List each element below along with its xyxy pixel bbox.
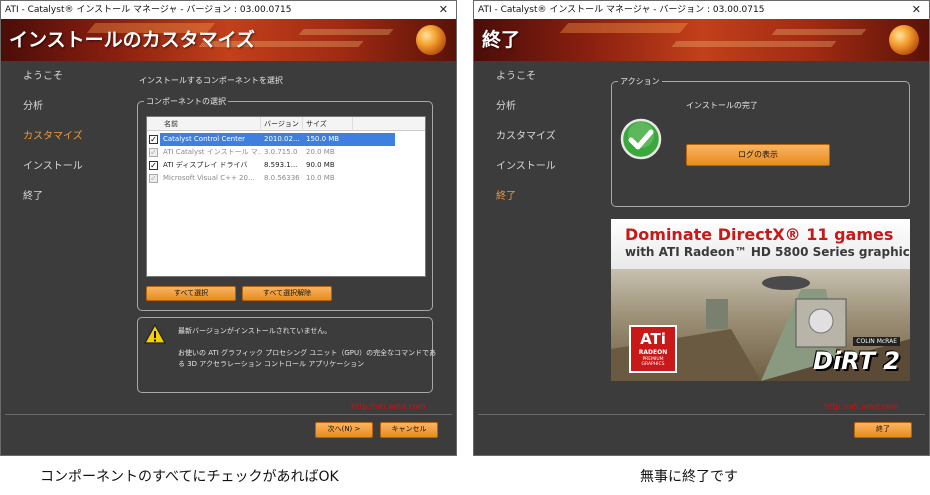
step-welcome: ようこそ [23,71,63,82]
checkbox-checked-disabled: ✓ [149,148,158,157]
game-title: DiRT 2 [813,347,900,375]
column-name[interactable]: 名前 [161,117,261,131]
installer-window-finish: ATI - Catalyst® インストール マネージャ - バージョン : 0… [473,0,930,456]
component-name: ATI Catalyst インストール マ... [163,148,261,156]
game-brand: COLIN McRAE [853,337,900,346]
column-version[interactable]: バージョン [261,117,303,131]
divider [478,414,925,415]
component-size: 20.0 MB [306,148,335,156]
banner: インストールのカスタマイズ [1,19,456,61]
component-group: コンポーネントの選択 名前 バージョン サイズ ✓ Catalyst Contr… [137,96,433,311]
banner: 終了 [474,19,929,61]
checkbox-checked[interactable]: ✓ [149,161,158,170]
list-item[interactable]: ✓ Catalyst Control Center 2010.02... 150… [147,133,395,146]
group-label: コンポーネントの選択 [144,96,228,107]
component-version: 3.0.715.0 [264,148,298,156]
step-list: ようこそ 分析 カスタマイズ インストール 終了 [23,71,83,221]
title-bar: ATI - Catalyst® インストール マネージャ - バージョン : 0… [474,1,929,19]
list-item[interactable]: ✓ Microsoft Visual C++ 20... 8.0.56336 1… [147,172,395,185]
installer-window-customize: ATI - Catalyst® インストール マネージャ - バージョン : 0… [0,0,457,456]
component-list[interactable]: 名前 バージョン サイズ ✓ Catalyst Control Center 2… [146,116,426,277]
action-group: アクション インストールの完了 ログの表示 [611,76,910,207]
component-version: 8.0.56336 [264,174,300,182]
step-install: インストール [23,161,83,172]
cancel-button[interactable]: キャンセル [380,422,438,438]
banner-streak [671,41,837,47]
ati-radeon-logo: ATi RADEON PREMIUM GRAPHICS [629,325,677,373]
component-size: 90.0 MB [306,161,335,169]
banner-title: インストールのカスタマイズ [9,29,256,51]
ati-orb-icon [416,25,446,55]
deselect-all-button[interactable]: すべて選択解除 [242,286,332,301]
ati-link[interactable]: http://ati.amd.com [351,402,426,411]
step-finish: 終了 [23,191,43,202]
finish-button[interactable]: 終了 [854,422,912,438]
component-description: お使いの ATI グラフィック プロセシング ユニット（GPU）の完全なコマンド… [178,349,437,357]
step-welcome: ようこそ [496,71,536,82]
close-icon[interactable]: ✕ [439,1,448,19]
caption-right: 無事に終了です [640,469,738,485]
radeon-logo-text: RADEON [638,349,668,356]
warning-title: 最新バージョンがインストールされていません。 [178,327,332,335]
column-size[interactable]: サイズ [303,117,353,131]
warning-icon [144,324,166,344]
premium-graphics-text: PREMIUM GRAPHICS [641,357,665,367]
window-title: ATI - Catalyst® インストール マネージャ - バージョン : 0… [478,5,765,15]
check-circle-icon [620,118,662,160]
ati-orb-icon [889,25,919,55]
component-size: 10.0 MB [306,174,335,182]
content-label: インストールするコンポーネントを選択 [139,76,283,85]
component-version: 8.593.1... [264,161,298,169]
banner-streak [771,29,867,35]
title-bar: ATI - Catalyst® インストール マネージャ - バージョン : 0… [1,1,456,19]
component-name: Catalyst Control Center [163,135,246,143]
step-analysis: 分析 [496,101,516,112]
checkbox-checked[interactable]: ✓ [149,135,158,144]
ad-subline: with ATI Radeon™ HD 5800 Series graphics [625,245,910,259]
dirt2-logo: COLIN McRAE DiRT 2 [794,337,904,377]
list-item[interactable]: ✓ ATI Catalyst インストール マ... 3.0.715.0 20.… [147,146,395,159]
advertisement-banner[interactable]: Dominate DirectX® 11 games with ATI Rade… [611,219,910,381]
component-name: Microsoft Visual C++ 20... [163,174,255,182]
ad-scene-image: ATi RADEON PREMIUM GRAPHICS COLIN McRAE … [611,269,910,381]
divider [5,414,452,415]
step-customize: カスタマイズ [496,131,556,142]
list-header: 名前 バージョン サイズ [147,117,425,131]
banner-streak [298,29,394,35]
next-button[interactable]: 次へ(N) > [315,422,373,438]
banner-title: 終了 [482,29,521,51]
list-item[interactable]: ✓ ATI ディスプレイ ドライバ 8.593.1... 90.0 MB [147,159,395,172]
ad-header: Dominate DirectX® 11 games with ATI Rade… [611,219,910,269]
step-analysis: 分析 [23,101,43,112]
info-box: 最新バージョンがインストールされていません。 お使いの ATI グラフィック プ… [137,317,437,393]
step-install: インストール [496,161,556,172]
banner-streak [559,23,689,33]
close-icon[interactable]: ✕ [912,1,921,19]
view-log-button[interactable]: ログの表示 [686,144,830,166]
caption-left: コンポーネントのすべてにチェックがあればOK [40,469,339,485]
step-finish: 終了 [496,191,516,202]
group-label: アクション [618,76,662,87]
component-size: 150.0 MB [306,135,340,143]
ad-headline: Dominate DirectX® 11 games [625,225,894,244]
step-customize: カスタマイズ [23,131,83,142]
window-title: ATI - Catalyst® インストール マネージャ - バージョン : 0… [5,5,292,15]
install-complete-text: インストールの完了 [686,101,758,110]
ati-link[interactable]: http://ati.amd.com [824,402,899,411]
ati-logo-text: ATi [640,330,666,348]
checkbox-checked-disabled: ✓ [149,174,158,183]
step-list: ようこそ 分析 カスタマイズ インストール 終了 [496,71,556,221]
component-name: ATI ディスプレイ ドライバ [163,161,248,169]
component-description: る 3D アクセラレーション コントロール アプリケーション [178,360,365,368]
component-version: 2010.02... [264,135,300,143]
select-all-button[interactable]: すべて選択 [146,286,236,301]
